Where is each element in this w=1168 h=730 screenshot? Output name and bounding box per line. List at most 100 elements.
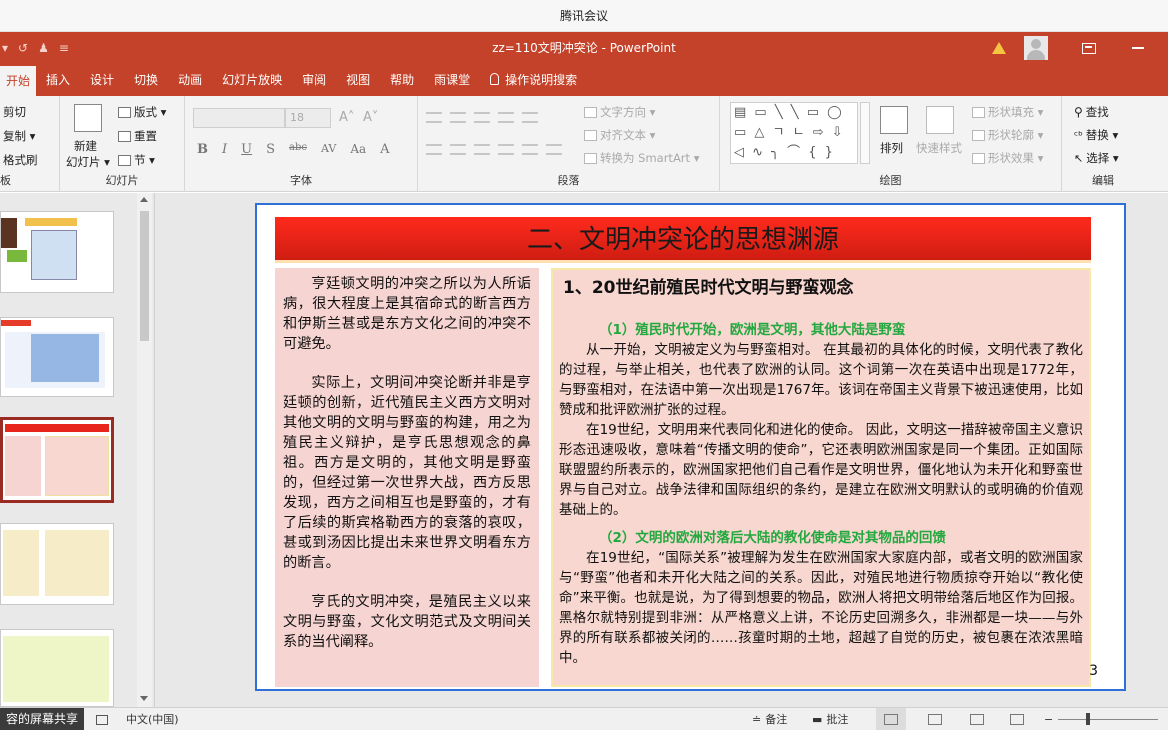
tab-slideshow[interactable]: 幻灯片放映 <box>212 64 292 96</box>
slideshow-icon <box>1010 714 1024 725</box>
section-button[interactable]: 节 ▾ <box>118 152 155 168</box>
new-slide-icon[interactable] <box>74 104 102 132</box>
tell-me-search[interactable]: 操作说明搜索 <box>480 64 587 96</box>
tab-review[interactable]: 审阅 <box>292 64 336 96</box>
comments-button[interactable]: ▬ 批注 <box>812 708 848 730</box>
font-name-field[interactable] <box>193 108 285 128</box>
notes-button[interactable]: ≐ 备注 <box>752 708 787 730</box>
zoom-slider-thumb[interactable] <box>1086 713 1090 725</box>
reset-button[interactable]: 重置 <box>118 128 157 144</box>
screen-share-label: 容的屏幕共享 <box>0 708 85 730</box>
zoom-out-button[interactable]: − <box>1044 708 1053 730</box>
tab-view[interactable]: 视图 <box>336 64 380 96</box>
shape-fill-button[interactable]: 形状填充 ▾ <box>972 104 1043 120</box>
spellcheck-icon[interactable] <box>96 708 108 730</box>
normal-view-button[interactable] <box>876 708 906 730</box>
presenter-icon[interactable]: ♟ <box>38 41 49 55</box>
slide-canvas[interactable]: 二、文明冲突论的思想渊源 亨廷顿文明的冲突之所以为人所诟病，很大程度上是其宿命式… <box>255 203 1126 691</box>
slide-thumbnail-current[interactable] <box>0 417 114 503</box>
quick-styles-button[interactable]: 快速样式 <box>916 140 962 156</box>
zoom-slider[interactable] <box>1058 719 1158 720</box>
user-avatar[interactable] <box>1024 36 1048 60</box>
slide-thumbnail[interactable] <box>0 523 114 605</box>
arrange-icon[interactable] <box>880 106 908 134</box>
reading-view-button[interactable] <box>970 708 984 730</box>
left-paragraph: 实际上，文明间冲突论断并非是亨廷顿的创新，近代殖民主义西方文明对其他文明的文明与… <box>283 375 531 571</box>
new-slide-dropdown[interactable]: 幻灯片 ▾ <box>66 154 110 170</box>
layout-button[interactable]: 版式 ▾ <box>118 104 166 120</box>
redo-icon[interactable]: ↺ <box>18 41 28 55</box>
convert-smartart-button[interactable]: 转换为 SmartArt ▾ <box>584 150 699 166</box>
tab-animations[interactable]: 动画 <box>168 64 212 96</box>
subheading-1: （1）殖民时代开始，欧洲是文明，其他大陆是野蛮 <box>599 322 906 338</box>
find-button[interactable]: ⚲ 查找 <box>1074 104 1109 120</box>
slide-thumbnail[interactable] <box>0 317 114 397</box>
qat-dropdown-icon[interactable]: ▾ <box>2 41 8 55</box>
shape-outline-button[interactable]: 形状轮廓 ▾ <box>972 127 1043 143</box>
ribbon-display-options-icon[interactable] <box>1082 42 1096 54</box>
customize-qat-icon[interactable]: ≡ <box>59 41 69 55</box>
pointer-icon: ↖ <box>1074 151 1084 165</box>
drawing-group: ▤ ▭ ╲ ╲ ▭ ◯ ▭ △ ㄱ ㄴ ⇨ ⇩ ◁ ∿ ╮ ⌒ { } 排列 快… <box>720 96 1062 192</box>
tab-insert[interactable]: 插入 <box>36 64 80 96</box>
language-indicator[interactable]: 中文(中国) <box>126 708 179 730</box>
slideshow-button[interactable] <box>1010 708 1024 730</box>
slide-thumbnail[interactable] <box>0 629 114 707</box>
font-group: 18 A˄ A˅ B I U S abc AV Aa A 字体 <box>185 96 418 192</box>
tell-me-label: 操作说明搜索 <box>505 73 578 87</box>
font-size-field[interactable]: 18 <box>285 108 331 128</box>
replace-button[interactable]: ᶜᵇ 替换 ▾ <box>1074 127 1118 143</box>
arrange-button[interactable]: 排列 <box>880 140 903 156</box>
copy-button[interactable]: 复制 ▾ <box>3 128 35 144</box>
right-text-box[interactable]: 1、20世纪前殖民时代文明与野蛮观念 （1）殖民时代开始，欧洲是文明，其他大陆是… <box>551 268 1091 687</box>
strikethrough-button[interactable]: abc <box>289 142 307 157</box>
left-paragraph: 亨廷顿文明的冲突之所以为人所诟病，很大程度上是其宿命式的断言西方和伊斯兰甚或是东… <box>283 276 531 352</box>
shapes-gallery[interactable]: ▤ ▭ ╲ ╲ ▭ ◯ ▭ △ ㄱ ㄴ ⇨ ⇩ ◁ ∿ ╮ ⌒ { } <box>730 102 858 164</box>
bold-button[interactable]: B <box>197 142 208 157</box>
meeting-title-bar: 腾讯会议 <box>0 0 1168 32</box>
shadow-button[interactable]: S <box>266 142 275 157</box>
left-paragraph: 亨氏的文明冲突，是殖民主义以来文明与野蛮，文化文明范式及文明间关系的当代阐释。 <box>283 594 531 650</box>
minimize-icon[interactable] <box>1132 47 1144 49</box>
new-slide-button[interactable]: 新建 <box>74 138 97 154</box>
grow-font-button[interactable]: A˄ <box>339 110 354 125</box>
tab-help[interactable]: 帮助 <box>380 64 424 96</box>
select-button[interactable]: ↖ 选择 ▾ <box>1074 150 1119 166</box>
thumbnail-scroll-thumb[interactable] <box>140 211 149 341</box>
warning-icon[interactable] <box>992 42 1006 54</box>
list-buttons[interactable] <box>426 112 538 123</box>
clipboard-group: 剪切 复制 ▾ 格式刷 板 <box>0 96 60 192</box>
align-text-button[interactable]: 对齐文本 ▾ <box>584 127 655 143</box>
change-case-button[interactable]: Aa <box>350 142 366 157</box>
font-format-buttons: B I U S abc AV Aa A <box>197 142 390 157</box>
tab-design[interactable]: 设计 <box>80 64 124 96</box>
format-painter-button[interactable]: 格式刷 <box>3 152 38 168</box>
quick-styles-icon[interactable] <box>926 106 954 134</box>
font-group-label: 字体 <box>290 174 312 187</box>
tab-home[interactable]: 开始 <box>0 66 37 96</box>
slide-sorter-button[interactable] <box>928 708 942 730</box>
thumbnail-scrollbar[interactable] <box>137 193 152 707</box>
tab-transitions[interactable]: 切换 <box>124 64 168 96</box>
smartart-icon <box>584 152 597 164</box>
slide-thumbnail[interactable] <box>0 211 114 293</box>
shapes-gallery-scroll[interactable] <box>860 102 870 164</box>
text-direction-button[interactable]: 文字方向 ▾ <box>584 104 655 120</box>
layout-icon <box>118 106 131 118</box>
notes-icon: ≐ <box>752 713 762 726</box>
char-spacing-button[interactable]: AV <box>321 142 336 157</box>
tab-rain-classroom[interactable]: 雨课堂 <box>424 64 480 96</box>
underline-button[interactable]: U <box>241 142 252 157</box>
italic-button[interactable]: I <box>222 142 227 157</box>
cut-button[interactable]: 剪切 <box>3 104 26 120</box>
left-text-box[interactable]: 亨廷顿文明的冲突之所以为人所诟病，很大程度上是其宿命式的断言西方和伊斯兰甚或是东… <box>275 268 539 687</box>
shape-effects-icon <box>972 152 985 164</box>
align-buttons[interactable] <box>426 144 562 155</box>
paragraph-group: 文字方向 ▾ 对齐文本 ▾ 转换为 SmartArt ▾ 段落 <box>418 96 720 192</box>
status-bar: 容的屏幕共享 中文(中国) ≐ 备注 ▬ 批注 − <box>0 707 1168 730</box>
shrink-font-button[interactable]: A˅ <box>363 110 378 125</box>
shape-effects-button[interactable]: 形状效果 ▾ <box>972 150 1043 166</box>
font-color-button[interactable]: A <box>380 142 389 157</box>
shapes-row-1: ▤ ▭ ╲ ╲ ▭ ◯ <box>734 105 844 120</box>
slide-title[interactable]: 二、文明冲突论的思想渊源 <box>275 217 1091 263</box>
